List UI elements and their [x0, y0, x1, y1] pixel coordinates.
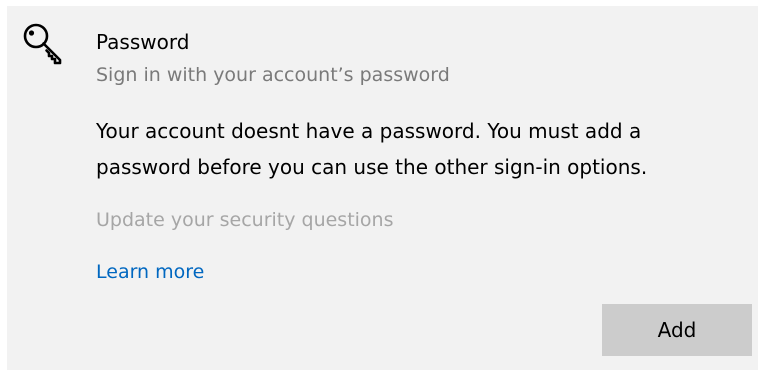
learn-more-link[interactable]: Learn more [96, 259, 204, 285]
key-icon [21, 21, 65, 65]
update-security-questions-link: Update your security questions [96, 209, 394, 231]
section-subtitle: Sign in with your account’s password [96, 64, 450, 86]
add-password-button[interactable]: Add [602, 304, 752, 356]
password-required-message: Your account doesnt have a password. You… [96, 119, 648, 179]
password-settings-panel: Password Sign in with your account’s pas… [7, 6, 758, 370]
section-title: Password [96, 30, 190, 54]
